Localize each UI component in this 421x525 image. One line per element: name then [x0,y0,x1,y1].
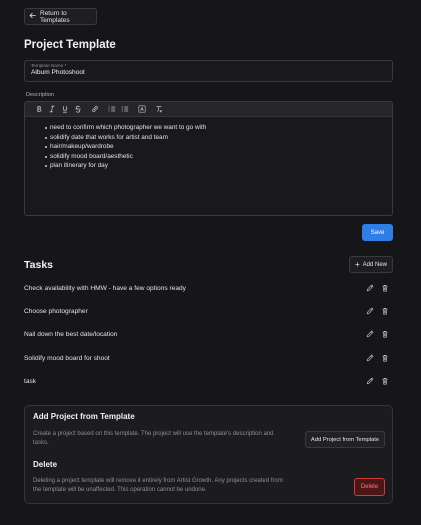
delete-description: Deleting a project template will remove … [33,478,283,493]
task-title: Check availability with HMW - have a few… [24,284,186,292]
task-row: Solidify mood board for shoot [24,351,393,365]
description-bullet: plan itinerary for day [45,161,392,171]
add-new-label: Add New [362,261,388,268]
clear-format-icon[interactable] [152,104,165,115]
description-bullet: solidify mood board/aesthetic [45,152,392,162]
trash-icon[interactable] [381,330,389,338]
delete-heading: Delete [33,460,58,469]
delete-button[interactable]: Delete [354,478,385,496]
description-bullet: hair/makeup/wardrobe [45,142,392,152]
trash-icon[interactable] [381,307,389,315]
description-bullet: need to confirm which photographer we wa… [45,123,392,133]
trash-icon[interactable] [381,284,389,292]
task-title: Nail down the best date/location [24,330,118,338]
edit-pencil-icon[interactable] [366,284,374,292]
tasks-heading: Tasks [24,259,53,271]
link-icon[interactable] [88,104,101,115]
edit-pencil-icon[interactable] [366,307,374,315]
italic-icon[interactable] [45,104,58,115]
editor-toolbar: 123 [25,102,392,117]
page-title: Project Template [24,39,116,51]
description-editor[interactable]: 123 need to confirm which photographer w… [24,101,393,216]
svg-text:3: 3 [108,111,110,113]
template-page: Return to Templates Project Template Tem… [0,0,421,525]
ordered-list-icon[interactable]: 123 [105,104,118,115]
arrow-left-icon [29,12,36,21]
bold-icon[interactable] [32,104,45,115]
description-content[interactable]: need to confirm which photographer we wa… [25,117,392,171]
template-actions-panel: Add Project from Template Create a proje… [24,405,393,504]
add-project-from-template-button[interactable]: Add Project from Template [305,431,385,448]
template-name-value[interactable]: Album Photoshoot [31,68,386,77]
add-project-heading: Add Project from Template [33,412,135,421]
return-to-templates-label: Return to Templates [40,9,70,24]
edit-pencil-icon[interactable] [366,330,374,338]
plus-icon: + [354,259,360,269]
task-row: Nail down the best date/location [24,327,393,341]
description-bullet: solidify date that works for artist and … [45,133,392,143]
strikethrough-icon[interactable] [71,104,84,115]
trash-icon[interactable] [381,377,389,385]
add-new-task-button[interactable]: + Add New [349,256,393,273]
task-title: task [24,377,37,385]
template-name-field[interactable]: Template Name * Album Photoshoot [24,60,393,82]
task-title: Solidify mood board for shoot [24,354,110,362]
add-project-description: Create a project based on this template.… [33,431,274,446]
text-color-icon[interactable] [135,104,148,115]
edit-pencil-icon[interactable] [366,354,374,362]
task-row: Check availability with HMW - have a few… [24,281,393,295]
save-button[interactable]: Save [362,224,393,241]
underline-icon[interactable] [58,104,71,115]
task-row: task [24,374,393,388]
task-row: Choose photographer [24,304,393,318]
description-label: Description [26,92,54,98]
bullet-list-icon[interactable] [118,104,131,115]
task-title: Choose photographer [24,307,88,315]
trash-icon[interactable] [381,354,389,362]
edit-pencil-icon[interactable] [366,377,374,385]
return-to-templates-button[interactable]: Return to Templates [24,8,97,25]
